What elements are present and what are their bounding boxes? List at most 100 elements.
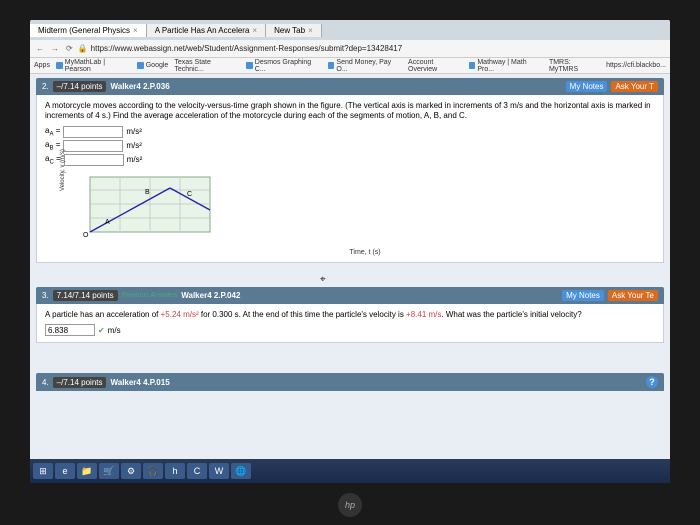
answer-row-b: aB = m/s² (45, 140, 655, 152)
answer-unit: m/s² (126, 141, 142, 150)
question-points: 7.14/7.14 points (53, 290, 118, 301)
graph-y-label: Velocity, v (m/s) (60, 149, 66, 191)
ask-teacher-button[interactable]: Ask Your Te (608, 290, 658, 301)
tab-new[interactable]: New Tab× (266, 24, 322, 37)
bookmark-icon (137, 62, 144, 69)
bookmark-label: Texas State Technic... (174, 59, 240, 73)
my-notes-button[interactable]: My Notes (562, 290, 604, 301)
bookmark-item[interactable]: Mathway | Math Pro... (469, 59, 543, 73)
answer-input-a[interactable] (63, 126, 123, 138)
answer-input-c[interactable] (64, 154, 124, 166)
forward-icon[interactable]: → (49, 44, 61, 53)
bookmark-label: Google (146, 62, 169, 69)
taskbar-store-icon[interactable]: 🛒 (99, 463, 119, 479)
question-ref: Walker4 2.P.036 (110, 82, 169, 91)
answer-input[interactable] (45, 324, 95, 336)
back-icon[interactable]: ← (34, 44, 46, 53)
my-notes-button[interactable]: My Notes (566, 81, 608, 92)
answer-unit: m/s² (127, 155, 143, 164)
reload-icon[interactable]: ⟳ (64, 44, 75, 53)
bookmark-label: Desmos Graphing C... (255, 59, 322, 73)
question-2-body: A motorcycle moves according to the velo… (36, 95, 664, 263)
bookmark-label: Send Money, Pay O... (336, 59, 402, 73)
answer-unit: m/s (108, 326, 121, 335)
question-3-header: 3. 7.14/7.14 points Previous Answers Wal… (36, 287, 664, 304)
tab-label: New Tab (274, 26, 305, 35)
bookmark-item[interactable]: MyMathLab | Pearson (56, 59, 131, 73)
answer-row-c: aC = m/s² (45, 154, 655, 166)
answer-row: ✔ m/s (45, 324, 655, 336)
svg-text:B: B (145, 189, 150, 196)
bookmark-item[interactable]: Texas State Technic... (174, 59, 240, 73)
tab-midterm[interactable]: Midterm (General Physics× (30, 24, 147, 37)
bookmark-label: https://cfi.blackbo... (606, 62, 666, 69)
apps-button[interactable]: Apps (34, 62, 50, 69)
question-ref: Walker4 2.P.042 (181, 291, 240, 300)
svg-text:C: C (187, 191, 192, 198)
bookmarks-bar: Apps MyMathLab | Pearson Google Texas St… (30, 58, 670, 74)
svg-text:O: O (83, 232, 89, 239)
bookmark-icon (56, 62, 63, 69)
taskbar-app-icon[interactable]: 🎧 (143, 463, 163, 479)
bookmark-label: TMRS: MyTMRS (549, 59, 600, 73)
previous-answers-link[interactable]: Previous Answers (122, 292, 178, 299)
question-3-body: A particle has an acceleration of +5.24 … (36, 304, 664, 343)
bookmark-item[interactable]: Account Overview (408, 59, 463, 73)
question-number: 3. (42, 291, 49, 300)
taskbar-settings-icon[interactable]: ⚙ (121, 463, 141, 479)
bookmark-label: Mathway | Math Pro... (477, 59, 543, 73)
lock-icon: 🔒 (78, 44, 88, 53)
question-number: 4. (42, 378, 49, 387)
bookmark-icon (328, 62, 335, 69)
omnibar: ← → ⟳ 🔒 https://www.webassign.net/web/St… (30, 40, 670, 58)
answer-row-a: aA = m/s² (45, 126, 655, 138)
question-points: –/7.14 points (53, 81, 107, 92)
question-text: A particle has an acceleration of +5.24 … (45, 310, 655, 320)
mouse-cursor-icon: ⌖ (320, 274, 326, 285)
svg-text:A: A (105, 219, 110, 226)
taskbar-app-icon[interactable]: 🌐 (231, 463, 251, 479)
bookmark-item[interactable]: Google (137, 62, 169, 69)
browser-tabs: Midterm (General Physics× A Particle Has… (30, 20, 670, 40)
answer-input-b[interactable] (63, 140, 123, 152)
question-2-header: 2. –/7.14 points Walker4 2.P.036 My Note… (36, 78, 664, 95)
page-content: 2. –/7.14 points Walker4 2.P.036 My Note… (30, 74, 670, 465)
bookmark-icon (246, 62, 253, 69)
taskbar-ie-icon[interactable]: e (55, 463, 75, 479)
tab-label: A Particle Has An Accelera (155, 26, 250, 35)
close-icon[interactable]: × (252, 26, 257, 35)
close-icon[interactable]: × (308, 26, 313, 35)
ask-teacher-button[interactable]: Ask Your T (611, 81, 658, 92)
taskbar-word-icon[interactable]: W (209, 463, 229, 479)
hp-logo-icon: hp (338, 493, 362, 517)
velocity-time-graph: Velocity, v (m/s) A B C O (75, 172, 655, 247)
bookmark-label: Account Overview (408, 59, 463, 73)
tab-particle[interactable]: A Particle Has An Accelera× (147, 24, 266, 37)
tab-label: Midterm (General Physics (38, 26, 130, 35)
help-icon[interactable]: ? (646, 376, 658, 388)
taskbar-app-icon[interactable]: h (165, 463, 185, 479)
answer-label: aC = (45, 154, 61, 166)
answer-unit: m/s² (126, 127, 142, 136)
bookmark-item[interactable]: https://cfi.blackbo... (606, 62, 666, 69)
bookmark-item[interactable]: Desmos Graphing C... (246, 59, 322, 73)
bookmark-item[interactable]: Send Money, Pay O... (328, 59, 402, 73)
bookmark-icon (469, 62, 476, 69)
taskbar-explorer-icon[interactable]: 📁 (77, 463, 97, 479)
bookmark-item[interactable]: TMRS: MyTMRS (549, 59, 600, 73)
answer-label: aB = (45, 140, 60, 152)
question-text: A motorcycle moves according to the velo… (45, 101, 655, 122)
answer-label: aA = (45, 126, 60, 138)
start-button[interactable]: ⊞ (33, 463, 53, 479)
question-ref: Walker4 4.P.015 (110, 378, 169, 387)
check-icon: ✔ (98, 326, 105, 335)
windows-taskbar: ⊞ e 📁 🛒 ⚙ 🎧 h C W 🌐 (30, 459, 670, 483)
url-field[interactable]: https://www.webassign.net/web/Student/As… (91, 44, 403, 53)
close-icon[interactable]: × (133, 26, 138, 35)
bookmark-label: MyMathLab | Pearson (65, 59, 131, 73)
graph-x-label: Time, t (s) (75, 249, 655, 256)
question-4-header: 4. –/7.14 points Walker4 4.P.015 ? (36, 373, 664, 391)
question-number: 2. (42, 82, 49, 91)
taskbar-chrome-icon[interactable]: C (187, 463, 207, 479)
question-points: –/7.14 points (53, 377, 107, 388)
